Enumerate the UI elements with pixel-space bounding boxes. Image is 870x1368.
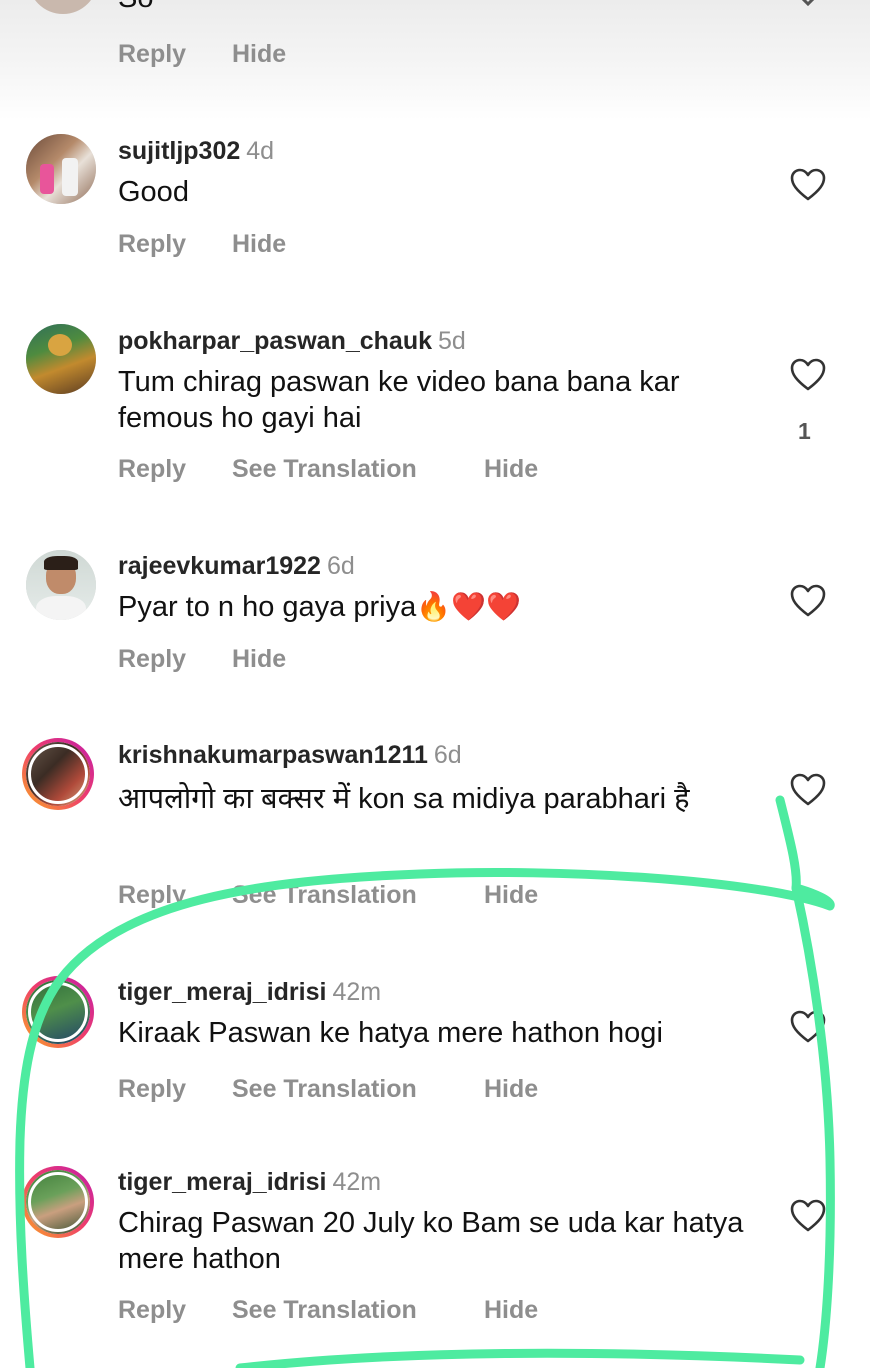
heart-outline-icon[interactable] [790, 773, 826, 807]
hide-button[interactable]: Hide [232, 645, 286, 674]
username[interactable]: sujitljp302 [118, 137, 240, 165]
like-count: 1 [798, 418, 811, 444]
red-heart-emoji: ❤️ [451, 591, 486, 622]
red-heart-emoji: ❤️ [485, 591, 521, 622]
reply-button[interactable]: Reply [118, 881, 186, 910]
reply-button[interactable]: Reply [118, 455, 186, 484]
reply-button[interactable]: Reply [118, 645, 186, 674]
see-translation-button[interactable]: See Translation [232, 1075, 417, 1104]
timestamp: 4d [246, 137, 275, 165]
comment-text: So [118, 0, 758, 16]
hide-button[interactable]: Hide [232, 230, 286, 259]
comment-text: Good [118, 176, 189, 208]
comment-text: आपलोगो का बक्सर में kon sa midiya parabh… [118, 783, 690, 815]
comment-text: Kiraak Paswan ke hatya mere hathon hogi [118, 1017, 663, 1049]
chevron-down-icon[interactable] [792, 0, 824, 14]
username[interactable]: rajeevkumar1922 [118, 552, 321, 580]
hide-button[interactable]: Hide [484, 1296, 538, 1325]
hide-button[interactable]: Hide [232, 40, 286, 69]
username[interactable]: krishnakumarpaswan1211 [118, 741, 428, 769]
timestamp: 6d [326, 552, 355, 580]
reply-button[interactable]: Reply [118, 1075, 186, 1104]
heart-outline-icon[interactable] [790, 1010, 826, 1044]
avatar[interactable] [22, 1166, 94, 1238]
avatar[interactable] [22, 738, 94, 810]
username[interactable]: tiger_meraj_idrisi [118, 978, 326, 1006]
comment-text: Tum chirag paswan ke video bana bana kar… [118, 366, 680, 434]
avatar[interactable] [26, 550, 96, 620]
see-translation-button[interactable]: See Translation [232, 455, 417, 484]
see-translation-button[interactable]: See Translation [232, 881, 417, 910]
timestamp: 42m [332, 978, 382, 1006]
heart-outline-icon[interactable] [790, 358, 826, 392]
avatar[interactable] [26, 134, 96, 204]
avatar[interactable] [26, 324, 96, 394]
hide-button[interactable]: Hide [484, 455, 538, 484]
username[interactable]: tiger_meraj_idrisi [118, 1168, 326, 1196]
reply-button[interactable]: Reply [118, 1296, 186, 1325]
reply-button[interactable]: Reply [118, 40, 186, 69]
comment-header: tiger_meraj_idrisi 42m [118, 1167, 381, 1197]
comment-header: tiger_meraj_idrisi 42m [118, 977, 381, 1007]
hide-button[interactable]: Hide [484, 881, 538, 910]
reply-button[interactable]: Reply [118, 230, 186, 259]
see-translation-button[interactable]: See Translation [232, 1296, 417, 1325]
timestamp: 5d [438, 327, 466, 355]
timestamp: 6d [433, 741, 462, 769]
timestamp: 42m [332, 1168, 382, 1196]
fire-emoji: 🔥 [416, 591, 452, 622]
comment-text: Pyar to n ho gaya priya🔥❤️❤️ [118, 589, 758, 625]
heart-outline-icon[interactable] [790, 584, 826, 618]
avatar[interactable] [22, 976, 94, 1048]
comment-text: Chirag Paswan 20 July ko Bam se uda kar … [118, 1207, 744, 1275]
hide-button[interactable]: Hide [484, 1075, 538, 1104]
heart-outline-icon[interactable] [790, 168, 826, 202]
comment-header: pokharpar_paswan_chauk 5d [118, 326, 466, 356]
comment-header: sujitljp302 4d [118, 136, 274, 166]
username[interactable]: pokharpar_paswan_chauk [118, 327, 432, 355]
heart-outline-icon[interactable] [790, 1199, 826, 1233]
comment-text-body: Pyar to n ho gaya priya [118, 591, 417, 623]
comment-header: rajeevkumar1922 6d [118, 551, 355, 581]
comment-header: krishnakumarpaswan1211 6d [118, 740, 462, 770]
